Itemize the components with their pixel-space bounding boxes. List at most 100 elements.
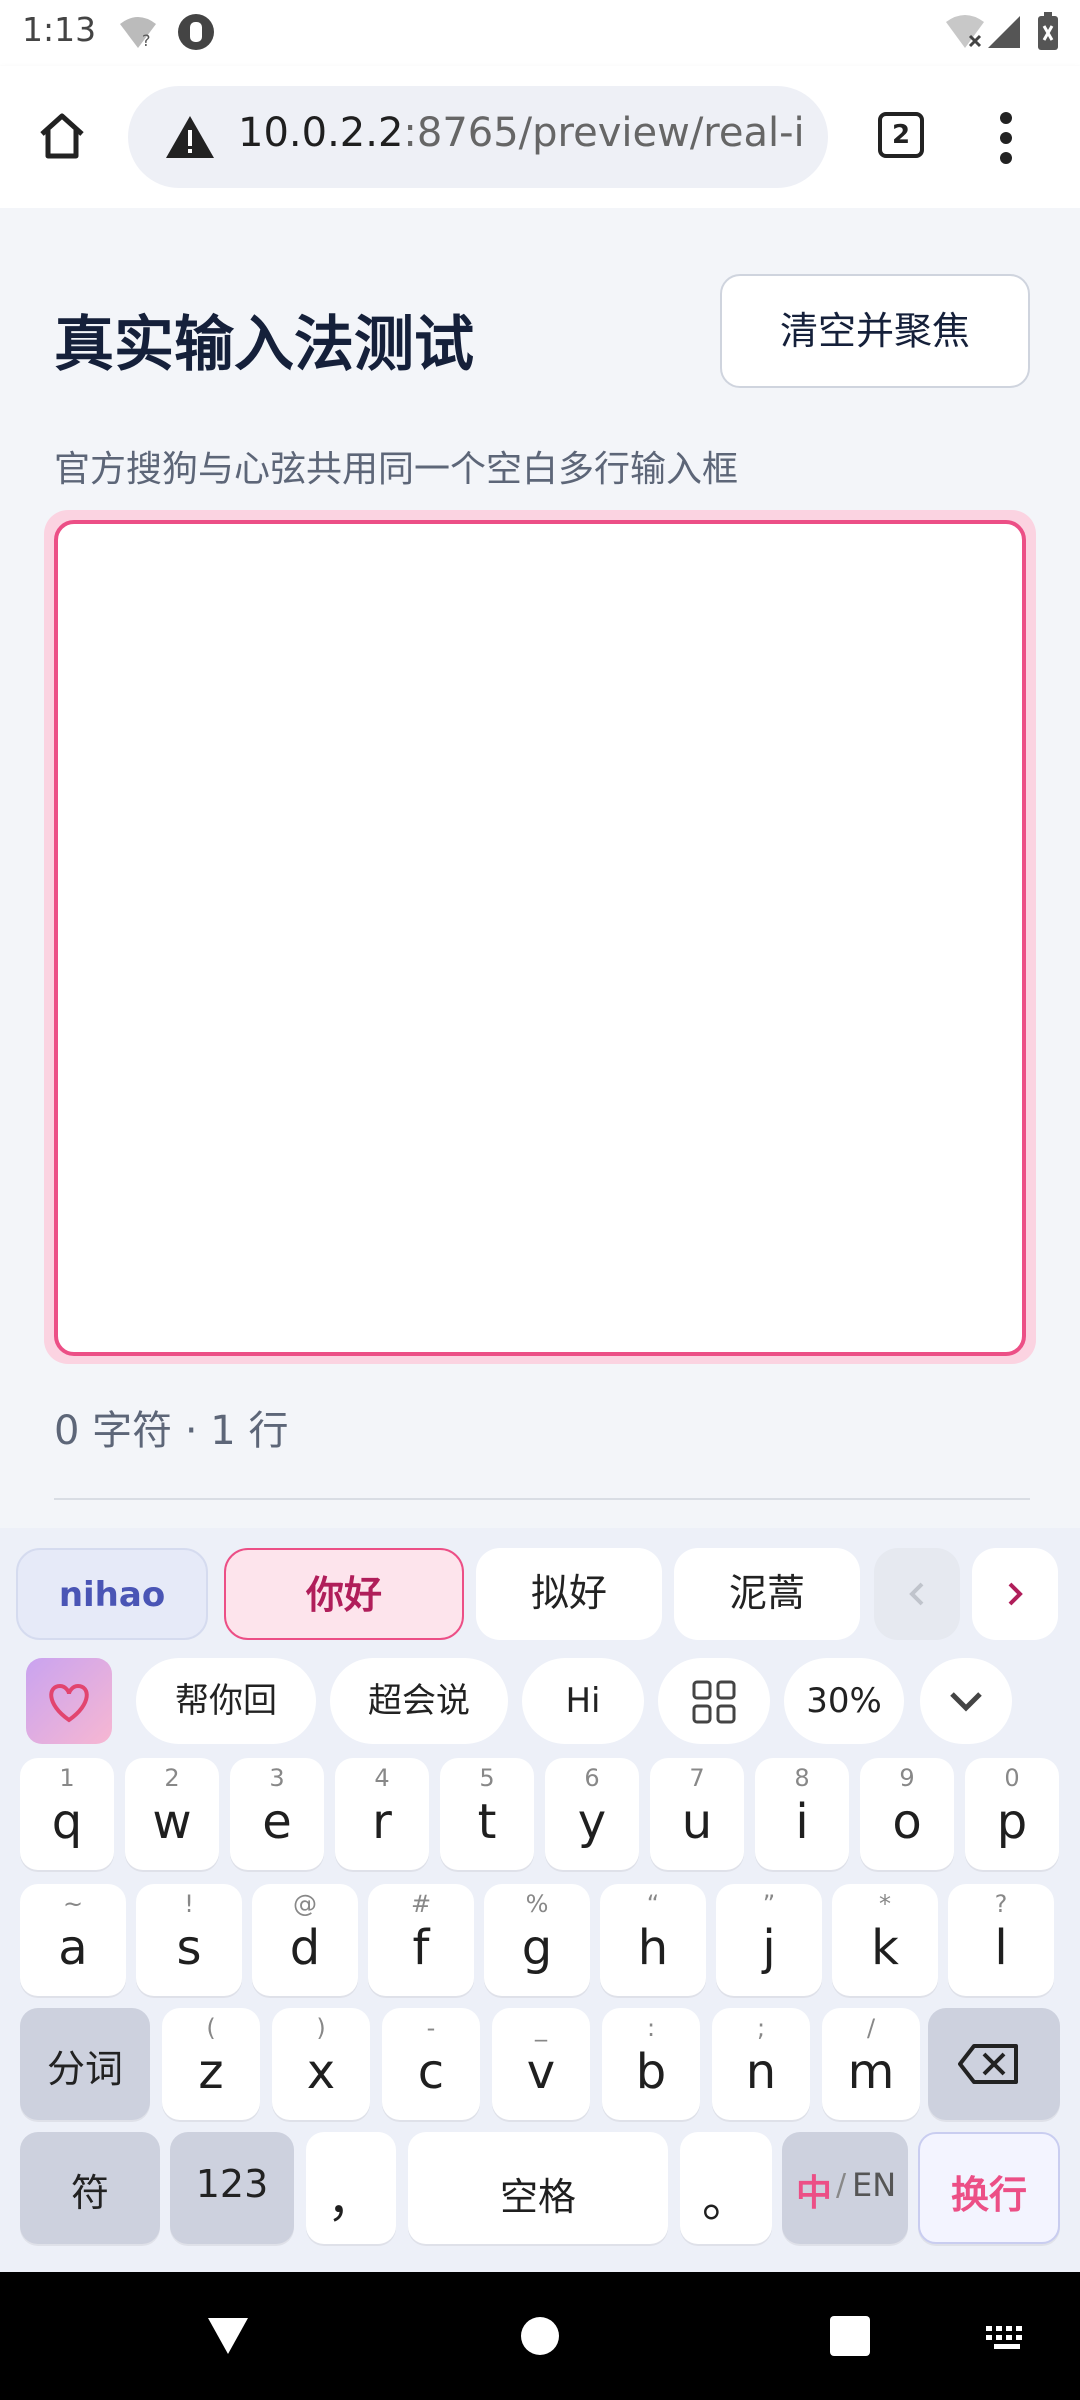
- candidate-prev-button[interactable]: [874, 1548, 960, 1640]
- key-q[interactable]: 1q: [20, 1758, 114, 1870]
- warning-icon[interactable]: [164, 114, 216, 160]
- key-e[interactable]: 3e: [230, 1758, 324, 1870]
- candidate-2[interactable]: 拟好: [476, 1548, 662, 1640]
- status-time: 1:13: [22, 10, 97, 49]
- keyboard-switch-icon[interactable]: [986, 2326, 1030, 2350]
- key-n[interactable]: ; n: [712, 2008, 810, 2120]
- key-d[interactable]: @ d: [252, 1884, 358, 1996]
- tool-percent[interactable]: 30%: [784, 1658, 904, 1744]
- chevron-left-icon: [909, 1582, 924, 1606]
- key-i[interactable]: 8i: [755, 1758, 849, 1870]
- key-label: t: [477, 1794, 497, 1850]
- period-key-label: 。: [701, 2172, 750, 2228]
- key-secondary-label: /: [866, 2014, 876, 2042]
- backspace-key[interactable]: [928, 2008, 1060, 2120]
- url-host: 10.0.2.2: [238, 110, 404, 156]
- key-b[interactable]: :b: [602, 2008, 700, 2120]
- key-label: w: [152, 1794, 192, 1850]
- divider: [54, 1498, 1030, 1500]
- key-label: h: [637, 1920, 669, 1976]
- clear-focus-button[interactable]: 清空并聚焦: [720, 274, 1030, 388]
- enter-key-label: 换行: [950, 2173, 1027, 2217]
- key-label: d: [289, 1920, 321, 1976]
- menu-icon[interactable]: [992, 108, 1020, 168]
- tab-switcher-button[interactable]: 2: [878, 112, 924, 158]
- key-secondary-label: @: [293, 1890, 317, 1918]
- key-secondary-label: 6: [584, 1764, 600, 1792]
- system-nav-bar: [0, 2272, 1080, 2400]
- back-icon[interactable]: [206, 2316, 250, 2356]
- tool-help-reply[interactable]: 帮你回: [136, 1658, 316, 1744]
- candidate-3[interactable]: 泥蒿: [674, 1548, 860, 1640]
- key-m[interactable]: / m: [822, 2008, 920, 2120]
- recents-icon[interactable]: [830, 2316, 870, 2356]
- key-label: r: [372, 1794, 392, 1850]
- key-l[interactable]: ? l: [948, 1884, 1054, 1996]
- key-label: y: [577, 1794, 607, 1850]
- tool-hi[interactable]: Hi: [522, 1658, 644, 1744]
- number-key[interactable]: 123: [170, 2132, 294, 2244]
- lang-separator: /: [836, 2168, 847, 2203]
- key-p[interactable]: 0p: [965, 1758, 1059, 1870]
- home-nav-icon[interactable]: [520, 2316, 560, 2356]
- symbol-key[interactable]: 符: [20, 2132, 160, 2244]
- language-toggle-key[interactable]: 中 / EN: [782, 2132, 908, 2244]
- key-h[interactable]: “h: [600, 1884, 706, 1996]
- key-label: v: [526, 2044, 556, 2100]
- tool-smart-speak[interactable]: 超会说: [330, 1658, 508, 1744]
- key-s[interactable]: ! s: [136, 1884, 242, 1996]
- space-key[interactable]: 空格: [408, 2132, 668, 2244]
- app-logo-icon[interactable]: [26, 1658, 112, 1744]
- key-k[interactable]: * k: [832, 1884, 938, 1996]
- key-secondary-label: ~: [62, 1890, 84, 1918]
- key-label: s: [176, 1920, 202, 1976]
- svg-text:?: ?: [142, 31, 151, 50]
- key-f[interactable]: # f: [368, 1884, 474, 1996]
- key-w[interactable]: 2w: [125, 1758, 219, 1870]
- key-secondary-label: #: [410, 1890, 432, 1918]
- segment-key[interactable]: 分词: [20, 2008, 150, 2120]
- key-x[interactable]: ) x: [272, 2008, 370, 2120]
- key-secondary-label: *: [879, 1890, 891, 1918]
- key-label: j: [762, 1920, 776, 1976]
- key-c[interactable]: -c: [382, 2008, 480, 2120]
- multiline-textarea[interactable]: [54, 520, 1026, 1356]
- key-secondary-label: 5: [479, 1764, 495, 1792]
- key-secondary-label: 3: [269, 1764, 285, 1792]
- url-path: :8765/preview/real-im: [403, 110, 808, 156]
- key-secondary-label: 0: [1004, 1764, 1020, 1792]
- key-g[interactable]: % g: [484, 1884, 590, 1996]
- url-text[interactable]: 10.0.2.2:8765/preview/real-im: [238, 110, 808, 156]
- home-icon[interactable]: [36, 110, 88, 162]
- key-secondary-label: 2: [164, 1764, 180, 1792]
- key-label: e: [262, 1794, 292, 1850]
- key-j[interactable]: ” j: [716, 1884, 822, 1996]
- tool-grid-button[interactable]: [658, 1658, 770, 1744]
- backspace-icon: [958, 2044, 1018, 2084]
- key-label: f: [412, 1920, 430, 1976]
- key-label: a: [58, 1920, 88, 1976]
- wifi-off-icon: [946, 15, 984, 48]
- candidate-next-button[interactable]: [972, 1548, 1058, 1640]
- symbol-key-label: 符: [70, 2171, 109, 2215]
- collapse-keyboard-button[interactable]: [920, 1658, 1012, 1744]
- key-a[interactable]: ~ a: [20, 1884, 126, 1996]
- key-t[interactable]: 5t: [440, 1758, 534, 1870]
- candidate-1[interactable]: 你好: [224, 1548, 464, 1640]
- key-label: z: [198, 2044, 224, 2100]
- key-secondary-label: :: [646, 2014, 656, 2042]
- key-o[interactable]: 9o: [860, 1758, 954, 1870]
- key-label: n: [745, 2044, 777, 2100]
- key-z[interactable]: (z: [162, 2008, 260, 2120]
- key-v[interactable]: _ v: [492, 2008, 590, 2120]
- key-u[interactable]: 7u: [650, 1758, 744, 1870]
- enter-key[interactable]: 换行: [918, 2132, 1060, 2244]
- comma-key[interactable]: ，: [306, 2132, 396, 2244]
- pinyin-composition[interactable]: nihao: [16, 1548, 208, 1640]
- key-secondary-label: !: [184, 1890, 194, 1918]
- period-key[interactable]: 。: [680, 2132, 772, 2244]
- browser-toolbar: 10.0.2.2:8765/preview/real-im 2: [0, 66, 1080, 208]
- key-r[interactable]: 4r: [335, 1758, 429, 1870]
- key-y[interactable]: 6y: [545, 1758, 639, 1870]
- ime-keyboard: nihao 你好 拟好 泥蒿 帮你回 超会说 Hi 30% 1q2w3e4r5t…: [0, 1528, 1080, 2272]
